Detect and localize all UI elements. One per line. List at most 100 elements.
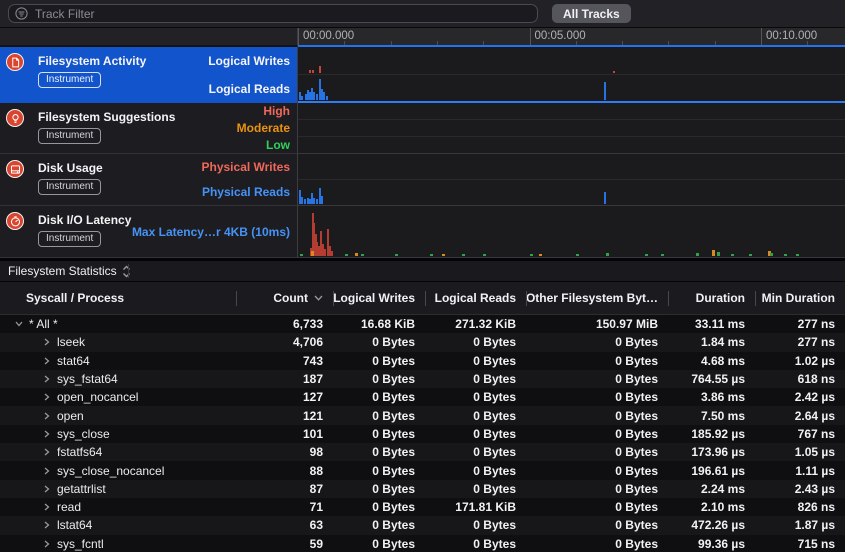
syscall-name: sys_close	[57, 427, 110, 441]
value-cell: 0 Bytes	[333, 500, 425, 514]
table-row-sys-close-nocancel[interactable]: sys_close_nocancel880 Bytes0 Bytes0 Byte…	[0, 461, 845, 479]
value-cell: 271.32 KiB	[425, 317, 526, 331]
stats-table-body: * All *6,73316.68 KiB271.32 KiB150.97 Mi…	[0, 315, 845, 552]
value-cell: 121	[236, 409, 333, 423]
table-row-getattrlist[interactable]: getattrlist870 Bytes0 Bytes0 Bytes2.24 m…	[0, 480, 845, 498]
value-cell: 1.02 µs	[755, 354, 845, 368]
lane-label: Logical Writes	[208, 47, 290, 75]
syscall-name: open_nocancel	[57, 390, 138, 404]
updown-chevron-icon[interactable]	[122, 265, 131, 278]
value-cell: 16.68 KiB	[333, 317, 425, 331]
track-chart[interactable]	[298, 103, 845, 154]
track-filter-input[interactable]	[33, 6, 531, 22]
ruler-tick	[391, 41, 392, 45]
column-header-other-filesystem-byt-[interactable]: Other Filesystem Byt…	[526, 282, 668, 314]
chart-bar	[355, 253, 358, 256]
disclosure-closed-icon[interactable]	[41, 448, 52, 456]
value-cell: 0 Bytes	[425, 537, 526, 551]
chart-bar	[442, 254, 445, 256]
table-row-fstatfs64[interactable]: fstatfs64980 Bytes0 Bytes0 Bytes173.96 µ…	[0, 443, 845, 461]
track-list: Filesystem ActivityInstrumentLogical Wri…	[0, 47, 845, 258]
table-row-sys-fcntl[interactable]: sys_fcntl590 Bytes0 Bytes0 Bytes99.36 µs…	[0, 535, 845, 552]
detail-view-selector[interactable]: Filesystem Statistics	[8, 264, 117, 278]
chart-bar	[483, 254, 486, 256]
table-row-open-nocancel[interactable]: open_nocancel1270 Bytes0 Bytes0 Bytes3.8…	[0, 388, 845, 406]
track-sidebar-cell[interactable]: Disk UsageInstrumentPhysical WritesPhysi…	[0, 154, 298, 206]
disclosure-closed-icon[interactable]	[41, 430, 52, 438]
track-chart[interactable]	[298, 47, 845, 103]
syscall-name-cell: sys_fcntl	[0, 537, 236, 551]
value-cell: 0 Bytes	[526, 390, 668, 404]
track-row-filesystem-suggestions[interactable]: Filesystem SuggestionsInstrumentHighMode…	[0, 103, 845, 154]
disclosure-closed-icon[interactable]	[41, 412, 52, 420]
disclosure-closed-icon[interactable]	[41, 485, 52, 493]
lane-labels: Max Latency…r 4KB (10ms)	[132, 206, 290, 257]
track-filter-field[interactable]	[8, 4, 538, 23]
chart-lane	[298, 154, 845, 180]
column-divider	[425, 291, 426, 306]
value-cell: 715 ns	[755, 537, 845, 551]
track-row-disk-i-o-latency[interactable]: Disk I/O LatencyInstrumentMax Latency…r …	[0, 206, 845, 258]
value-cell: 0 Bytes	[333, 518, 425, 532]
disclosure-closed-icon[interactable]	[41, 357, 52, 365]
track-sidebar-cell[interactable]: Filesystem SuggestionsInstrumentHighMode…	[0, 103, 298, 154]
value-cell: 0 Bytes	[526, 482, 668, 496]
value-cell: 185.92 µs	[668, 427, 755, 441]
track-row-disk-usage[interactable]: Disk UsageInstrumentPhysical WritesPhysi…	[0, 154, 845, 206]
chart-bar	[604, 192, 606, 204]
table-row-open[interactable]: open1210 Bytes0 Bytes0 Bytes7.50 ms2.64 …	[0, 406, 845, 424]
ruler-tick	[437, 41, 438, 45]
all-tracks-button[interactable]: All Tracks	[552, 4, 631, 23]
value-cell: 127	[236, 390, 333, 404]
toolbar: All Tracks	[0, 0, 845, 28]
column-header-logical-reads[interactable]: Logical Reads	[425, 282, 526, 314]
disclosure-closed-icon[interactable]	[41, 375, 52, 383]
chart-bar	[462, 254, 465, 256]
timeline-ruler[interactable]: 00:00.00000:05.00000:10.000	[298, 28, 845, 47]
track-sidebar-cell[interactable]: Disk I/O LatencyInstrumentMax Latency…r …	[0, 206, 298, 258]
table-row-sys-close[interactable]: sys_close1010 Bytes0 Bytes0 Bytes185.92 …	[0, 425, 845, 443]
disk-io-latency-icon	[6, 212, 24, 230]
table-row-stat64[interactable]: stat647430 Bytes0 Bytes0 Bytes4.68 ms1.0…	[0, 352, 845, 370]
track-row-filesystem-activity[interactable]: Filesystem ActivityInstrumentLogical Wri…	[0, 47, 845, 103]
track-title: Filesystem Activity	[38, 54, 146, 68]
value-cell: 7.50 ms	[668, 409, 755, 423]
instruments-window: All Tracks 00:00.00000:05.00000:10.000 F…	[0, 0, 845, 552]
chart-bar	[361, 254, 364, 256]
table-row-read[interactable]: read710 Bytes171.81 KiB0 Bytes2.10 ms826…	[0, 498, 845, 516]
lane-labels: Physical WritesPhysical Reads	[202, 154, 291, 205]
chart-bar	[645, 254, 648, 256]
table-row-lstat64[interactable]: lstat64630 Bytes0 Bytes0 Bytes472.26 µs1…	[0, 516, 845, 534]
chart-lane	[298, 180, 845, 205]
chart-lane	[298, 103, 845, 120]
value-cell: 2.24 ms	[668, 482, 755, 496]
value-cell: 6,733	[236, 317, 333, 331]
table-row-sys-fstat64[interactable]: sys_fstat641870 Bytes0 Bytes0 Bytes764.5…	[0, 370, 845, 388]
table-row-All[interactable]: * All *6,73316.68 KiB271.32 KiB150.97 Mi…	[0, 315, 845, 333]
disclosure-closed-icon[interactable]	[41, 540, 52, 548]
disclosure-open-icon[interactable]	[13, 321, 24, 327]
disclosure-closed-icon[interactable]	[41, 521, 52, 529]
column-header-logical-writes[interactable]: Logical Writes	[333, 282, 425, 314]
syscall-name-cell: sys_close_nocancel	[0, 464, 236, 478]
track-chart[interactable]	[298, 154, 845, 206]
value-cell: 187	[236, 372, 333, 386]
table-row-lseek[interactable]: lseek4,7060 Bytes0 Bytes0 Bytes1.84 ms27…	[0, 333, 845, 351]
column-header-min-duration[interactable]: Min Duration	[755, 282, 845, 314]
value-cell: 0 Bytes	[526, 427, 668, 441]
value-cell: 1.87 µs	[755, 518, 845, 532]
disclosure-closed-icon[interactable]	[41, 467, 52, 475]
value-cell: 0 Bytes	[425, 482, 526, 496]
value-cell: 0 Bytes	[333, 354, 425, 368]
lane-label: Moderate	[237, 120, 290, 137]
track-chart[interactable]	[298, 206, 845, 258]
column-header-count[interactable]: Count	[236, 282, 333, 314]
disclosure-closed-icon[interactable]	[41, 338, 52, 346]
track-sidebar-cell[interactable]: Filesystem ActivityInstrumentLogical Wri…	[0, 47, 298, 103]
column-header-duration[interactable]: Duration	[668, 282, 755, 314]
column-header-syscall-process[interactable]: Syscall / Process	[0, 282, 236, 314]
disclosure-closed-icon[interactable]	[41, 393, 52, 401]
value-cell: 277 ns	[755, 317, 845, 331]
disclosure-closed-icon[interactable]	[41, 503, 52, 511]
syscall-name-cell: getattrlist	[0, 482, 236, 496]
